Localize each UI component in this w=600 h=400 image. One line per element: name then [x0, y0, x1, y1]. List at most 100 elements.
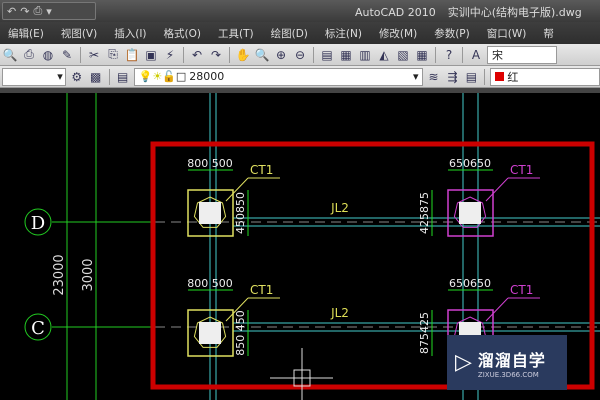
- dim-3000: 3000: [81, 258, 96, 291]
- crosshair-cursor: [270, 348, 333, 400]
- separator: [484, 68, 486, 85]
- tool-palettes-icon[interactable]: ▥: [357, 47, 373, 63]
- pile-cap[interactable]: CT1 650650 425875: [418, 157, 540, 237]
- sheet-set-icon[interactable]: ◭: [376, 47, 392, 63]
- file-name: 实训中心(结构电子版).dwg: [447, 6, 582, 19]
- title-bar: ↶ ↷ ⎙ ▾ AutoCAD 2010 实训中心(结构电子版).dwg: [0, 0, 600, 22]
- center-lines: [155, 221, 600, 328]
- menu-edit[interactable]: 编辑(E): [0, 26, 53, 41]
- menu-window[interactable]: 窗口(W): [479, 26, 536, 41]
- sun-icon: ☀: [152, 70, 163, 83]
- paste-icon[interactable]: 📋: [124, 47, 140, 63]
- menu-tools[interactable]: 工具(T): [210, 26, 263, 41]
- block-editor-icon[interactable]: ⚡: [162, 47, 178, 63]
- publish-icon[interactable]: ◍: [40, 47, 56, 63]
- watermark-url: ZIXUE.3D66.COM: [477, 370, 539, 379]
- calculator-icon[interactable]: ▦: [414, 47, 430, 63]
- pile-side-dimension: 425875: [418, 192, 431, 234]
- copy-icon[interactable]: ⎘: [105, 47, 121, 63]
- zoom-window-icon[interactable]: ⊕: [273, 47, 289, 63]
- watermark: ▷ 溜溜自学 ZIXUE.3D66.COM: [447, 335, 567, 390]
- separator: [108, 68, 110, 85]
- plot-preview-icon[interactable]: 🔍: [2, 47, 18, 63]
- watermark-name: 溜溜自学: [477, 350, 546, 370]
- text-style-icon[interactable]: A: [468, 47, 484, 63]
- layer-properties-icon[interactable]: ▤: [115, 69, 131, 85]
- beam-label-jl2: JL2: [330, 306, 349, 320]
- separator: [229, 46, 230, 63]
- menu-dimension[interactable]: 标注(N): [317, 26, 371, 41]
- markup-icon[interactable]: ▧: [395, 47, 411, 63]
- separator: [80, 46, 81, 63]
- edit-icon[interactable]: ✎: [59, 47, 75, 63]
- properties-icon[interactable]: ▤: [319, 47, 335, 63]
- menu-insert[interactable]: 插入(I): [106, 26, 155, 41]
- undo-icon[interactable]: ↶: [189, 47, 205, 63]
- color-name: 红: [507, 70, 519, 84]
- pile-label: CT1: [250, 283, 273, 297]
- menu-help[interactable]: 帮: [535, 26, 563, 41]
- app-name: AutoCAD 2010: [355, 6, 436, 19]
- menu-view[interactable]: 视图(V): [53, 26, 106, 41]
- color-swatch-icon: □: [175, 70, 187, 83]
- menu-modify[interactable]: 修改(M): [371, 26, 426, 41]
- redo-icon[interactable]: ↷: [208, 47, 224, 63]
- separator: [462, 46, 463, 63]
- workspace-settings-icon[interactable]: ⚙: [69, 69, 85, 85]
- plot-icon[interactable]: ⎙: [21, 47, 37, 63]
- pile-top-dimension: 800 500: [187, 277, 233, 290]
- pile-top-dimension: 800 500: [187, 157, 233, 170]
- undo-icon[interactable]: ↶: [7, 5, 16, 18]
- zoom-previous-icon[interactable]: ⊖: [292, 47, 308, 63]
- pile-side-dimension: 875425: [418, 312, 431, 354]
- pan-icon[interactable]: ✋: [235, 47, 251, 63]
- quick-access-toolbar: ↶ ↷ ⎙ ▾: [2, 2, 96, 20]
- help-icon[interactable]: ?: [441, 47, 457, 63]
- zoom-realtime-icon[interactable]: 🔍: [254, 47, 270, 63]
- column: [199, 202, 221, 224]
- separator: [183, 46, 184, 63]
- pile-cap[interactable]: CT1 800 500 850 450: [187, 277, 280, 357]
- dim-23000: 23000: [52, 254, 67, 295]
- layer-select[interactable]: 💡 ☀ 🔓 □ 28000 ▾: [133, 67, 423, 86]
- lock-icon: 🔓: [162, 70, 176, 83]
- pile-label: CT1: [510, 163, 533, 177]
- pile-label: CT1: [510, 283, 533, 297]
- layer-previous-icon[interactable]: ⇶: [445, 69, 461, 85]
- chevron-down-icon: ▾: [413, 70, 419, 83]
- color-select[interactable]: 红: [490, 67, 600, 86]
- column: [199, 322, 221, 344]
- cut-icon[interactable]: ✂: [86, 47, 102, 63]
- pile-side-dimension: 450850: [234, 192, 247, 234]
- pile-top-dimension: 650650: [449, 277, 491, 290]
- layer-name: 28000: [189, 70, 225, 83]
- separator: [435, 46, 436, 63]
- beam-label-jl2: JL2: [330, 201, 349, 215]
- standard-toolbar: 🔍 ⎙ ◍ ✎ ✂ ⎘ 📋 ▣ ⚡ ↶ ↷ ✋ 🔍 ⊕ ⊖ ▤ ▦ ▥ ◭ ▧ …: [0, 44, 600, 66]
- layers-toolbar: ▾ ⚙ ▩ ▤ 💡 ☀ 🔓 □ 28000 ▾ ≋ ⇶ ▤ 红: [0, 66, 600, 88]
- design-center-icon[interactable]: ▦: [338, 47, 354, 63]
- pile-top-dimension: 650650: [449, 157, 491, 170]
- column: [459, 202, 481, 224]
- menu-bar: 编辑(E) 视图(V) 插入(I) 格式(O) 工具(T) 绘图(D) 标注(N…: [0, 22, 600, 44]
- menu-format[interactable]: 格式(O): [156, 26, 210, 41]
- layer-states-icon[interactable]: ▤: [463, 69, 479, 85]
- axis-label-c: C: [31, 318, 45, 339]
- pile-label: CT1: [250, 163, 273, 177]
- redo-icon[interactable]: ↷: [20, 5, 29, 18]
- layer-icon[interactable]: ▩: [88, 69, 104, 85]
- font-select[interactable]: 宋: [487, 45, 557, 64]
- axis-lines: [52, 93, 152, 400]
- workspace-select[interactable]: ▾: [2, 67, 66, 86]
- make-current-icon[interactable]: ≋: [426, 69, 442, 85]
- lightbulb-icon: 💡: [138, 70, 153, 83]
- print-icon[interactable]: ⎙: [33, 4, 42, 18]
- menu-parametric[interactable]: 参数(P): [426, 26, 479, 41]
- window-title: AutoCAD 2010 实训中心(结构电子版).dwg: [355, 4, 594, 20]
- pile-cap[interactable]: CT1 800 500 450850: [187, 157, 280, 237]
- match-properties-icon[interactable]: ▣: [143, 47, 159, 63]
- pile-side-dimension: 850 450: [234, 310, 247, 356]
- axis-label-d: D: [31, 213, 45, 234]
- menu-draw[interactable]: 绘图(D): [263, 26, 317, 41]
- chevron-down-icon[interactable]: ▾: [46, 5, 52, 18]
